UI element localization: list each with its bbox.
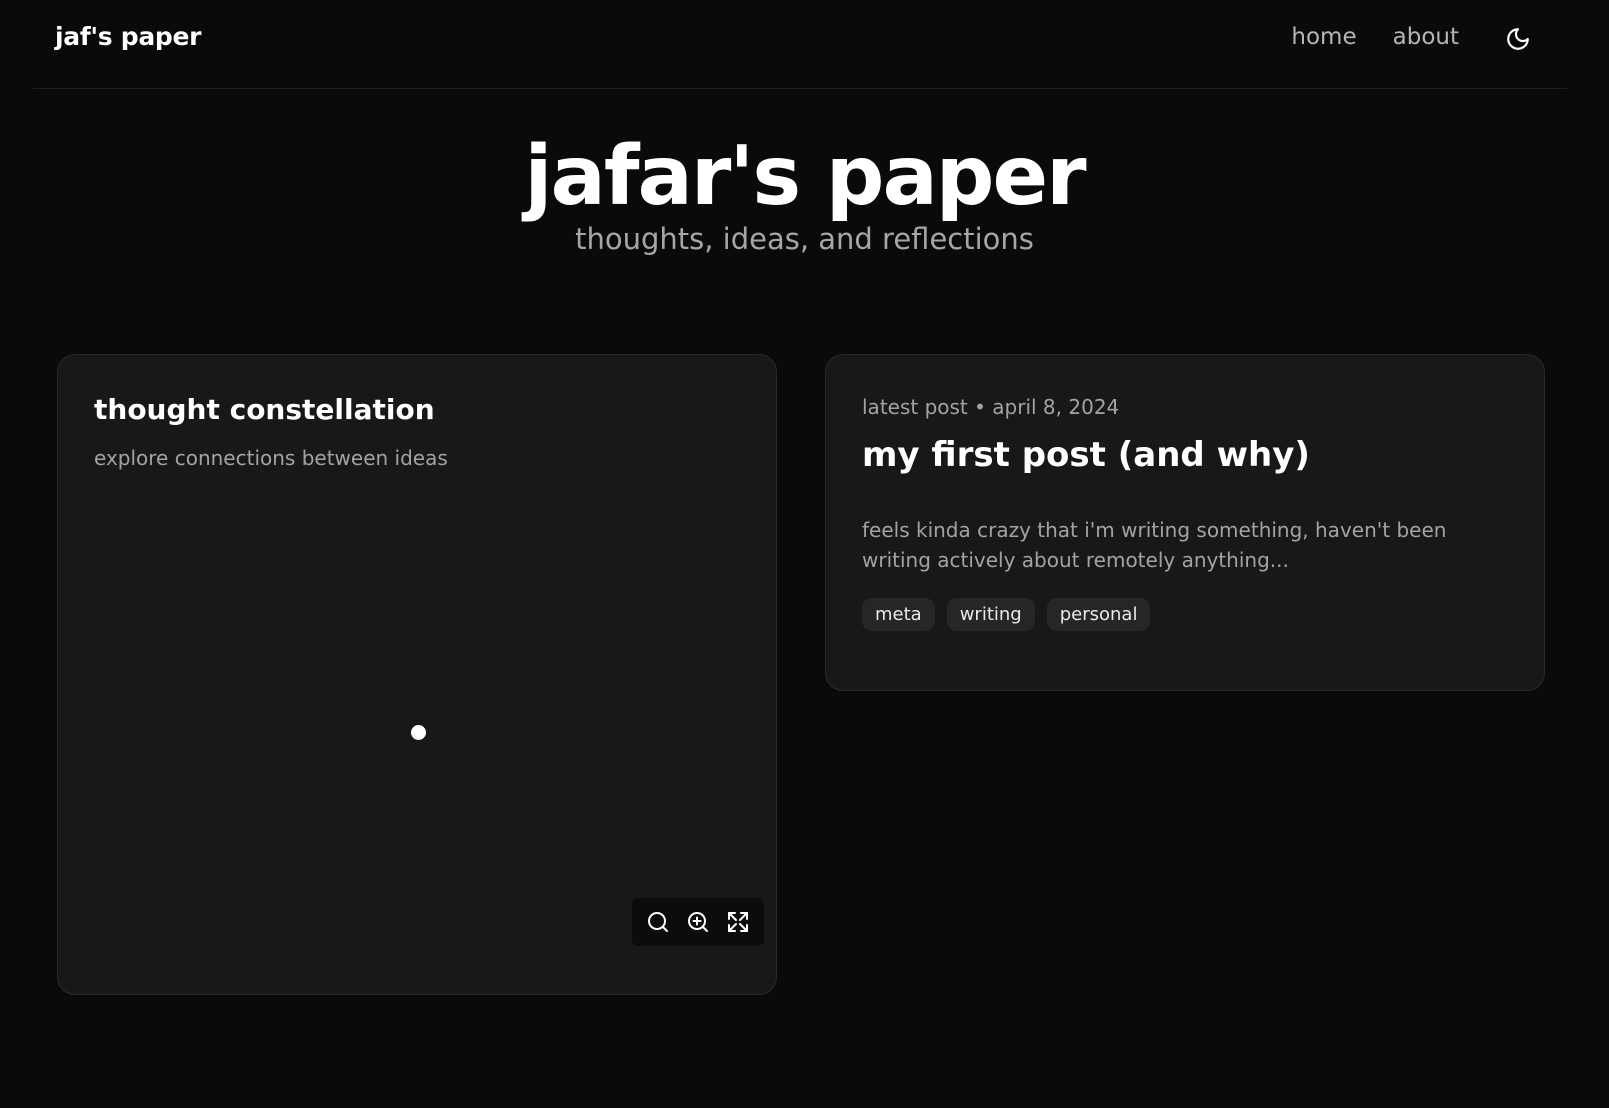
constellation-card: thought constellation explore connection… — [57, 354, 777, 995]
zoom-in-icon[interactable] — [685, 909, 711, 935]
tag-writing[interactable]: writing — [946, 598, 1035, 631]
constellation-node[interactable] — [411, 725, 426, 740]
nav-home-link[interactable]: home — [1291, 24, 1356, 50]
page-subtitle: thoughts, ideas, and reflections — [575, 222, 1034, 257]
tag-personal[interactable]: personal — [1046, 598, 1151, 631]
nav-about-link[interactable]: about — [1393, 24, 1459, 50]
brand-logo[interactable]: jaf's paper — [55, 22, 202, 51]
constellation-subtitle: explore connections between ideas — [94, 446, 448, 470]
hero: jafar's paper thoughts, ideas, and refle… — [0, 128, 1609, 256]
post-tags: meta writing personal — [862, 598, 1151, 631]
moon-icon[interactable] — [1505, 26, 1531, 52]
post-excerpt: feels kinda crazy that i'm writing somet… — [862, 518, 1447, 572]
latest-post-card[interactable]: latest post • april 8, 2024 my first pos… — [825, 354, 1545, 691]
constellation-title: thought constellation — [94, 393, 435, 426]
page-title: jafar's paper — [524, 129, 1086, 224]
top-nav: jaf's paper home about — [33, 0, 1567, 89]
fullscreen-icon[interactable] — [725, 909, 751, 935]
graph-controls — [632, 898, 764, 946]
post-meta: latest post • april 8, 2024 — [862, 395, 1120, 419]
search-icon[interactable] — [645, 909, 671, 935]
post-title-link[interactable]: my first post (and why) — [862, 435, 1310, 475]
tag-meta[interactable]: meta — [862, 598, 935, 631]
nav-links: home about — [1291, 24, 1459, 50]
